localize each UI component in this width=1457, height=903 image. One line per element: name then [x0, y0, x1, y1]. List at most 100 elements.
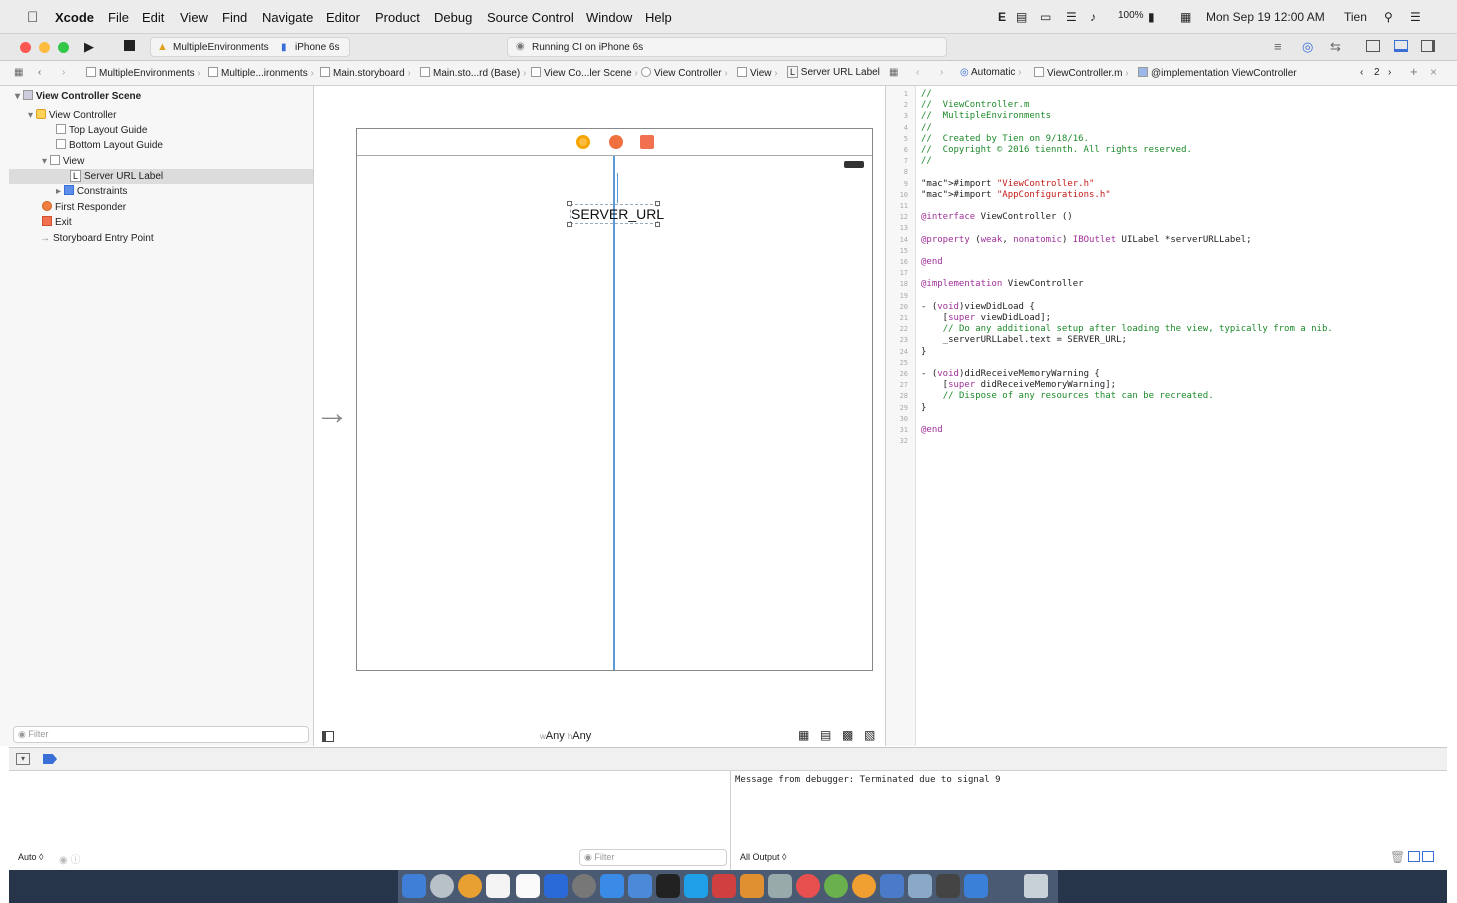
breadcrumb-view-controller[interactable]: View Controller ›	[641, 67, 728, 79]
minimize-window-button[interactable]	[39, 42, 50, 53]
breadcrumb-storyboard-base[interactable]: Main.sto...rd (Base) ›	[420, 67, 526, 79]
database-icon[interactable]	[768, 874, 792, 898]
output-select[interactable]: All Output ◊	[740, 852, 786, 862]
skype-icon[interactable]	[684, 874, 708, 898]
stack-icon[interactable]: ▦	[798, 728, 809, 742]
resolve-issues-icon[interactable]: ▧	[864, 728, 875, 742]
utilities-toggle-icon[interactable]	[1421, 40, 1435, 52]
breadcrumb-project[interactable]: MultipleEnvironments ›	[86, 67, 201, 79]
align-icon[interactable]: ▤	[820, 728, 831, 742]
menu-debug[interactable]: Debug	[434, 10, 472, 25]
code-line[interactable]: // Do any additional setup after loading…	[921, 324, 1333, 335]
first-responder-dock-icon[interactable]	[609, 135, 623, 149]
menu-edit[interactable]: Edit	[142, 10, 164, 25]
outline-scene[interactable]: ▾ View Controller Scene	[15, 89, 305, 104]
run-icon[interactable]: ▶	[84, 39, 94, 55]
trash-icon[interactable]: 🗑	[1390, 850, 1405, 864]
apple-icon[interactable]: 	[27, 9, 38, 26]
outline-view[interactable]: ▾ View	[42, 154, 302, 169]
code-line[interactable]: @end	[921, 425, 943, 436]
assistant-symbol[interactable]: @implementation ViewController	[1138, 67, 1297, 79]
trash-dock-icon[interactable]	[1024, 874, 1048, 898]
code-line[interactable]: //	[921, 156, 932, 167]
flag-icon[interactable]: ▦	[1180, 10, 1191, 24]
sublime-icon[interactable]	[740, 874, 764, 898]
size-class-selector[interactable]: wAny hAny	[540, 730, 591, 742]
terminal-icon[interactable]	[656, 874, 680, 898]
resize-handle[interactable]	[567, 222, 572, 227]
navigator-toggle-icon[interactable]	[1366, 40, 1380, 52]
breadcrumb-storyboard[interactable]: Main.storyboard ›	[320, 67, 411, 79]
variables-scope-select[interactable]: Auto ◊	[18, 852, 43, 862]
breadcrumb-group[interactable]: Multiple...ironments ›	[208, 67, 314, 79]
menu-source-control[interactable]: Source Control	[487, 10, 574, 25]
notes-icon[interactable]	[516, 874, 540, 898]
outline-bottom-layout-guide[interactable]: Bottom Layout Guide	[56, 138, 306, 153]
counterpart-prev-icon[interactable]: ‹	[1360, 67, 1363, 78]
resize-handle[interactable]	[655, 201, 660, 206]
code-line[interactable]: //	[921, 123, 932, 134]
outline-first-responder[interactable]: First Responder	[42, 200, 302, 215]
android-icon[interactable]	[824, 874, 848, 898]
pin-icon[interactable]: ▩	[842, 728, 853, 742]
code-line[interactable]: }	[921, 347, 926, 358]
airplay-icon[interactable]: ▭	[1040, 10, 1051, 24]
user-name[interactable]: Tien	[1344, 10, 1367, 24]
code-line[interactable]: [super viewDidLoad];	[921, 313, 1051, 324]
entry-point-arrow-icon[interactable]: →	[315, 396, 349, 430]
spotlight-icon[interactable]: ⚲	[1384, 10, 1393, 24]
code-line[interactable]: // Created by Tien on 9/18/16.	[921, 134, 1089, 145]
code-line[interactable]: // Copyright © 2016 tiennth. All rights …	[921, 145, 1192, 156]
code-line[interactable]: @implementation ViewController	[921, 279, 1084, 290]
outline-top-layout-guide[interactable]: Top Layout Guide	[56, 123, 306, 138]
breadcrumb-view[interactable]: View ›	[737, 67, 778, 79]
server-url-label[interactable]: SERVER_URL	[570, 204, 664, 224]
resize-handle[interactable]	[655, 222, 660, 227]
clock-datetime[interactable]: Mon Sep 19 12:00 AM	[1206, 10, 1325, 24]
app-icon-red[interactable]	[796, 874, 820, 898]
console-filter-input[interactable]: ◉ Filter	[579, 849, 727, 866]
menu-editor[interactable]: Editor	[326, 10, 360, 25]
assistant-editor-icon[interactable]: ◎	[1302, 39, 1313, 55]
menu-window[interactable]: Window	[586, 10, 632, 25]
code-line[interactable]: - (void)viewDidLoad {	[921, 302, 1035, 313]
standard-editor-icon[interactable]: ≡	[1274, 39, 1282, 54]
wifi-icon[interactable]: ☰	[1066, 10, 1077, 24]
toggle-outline-icon[interactable]	[322, 731, 334, 742]
code-line[interactable]: // MultipleEnvironments	[921, 111, 1051, 122]
view-controller-dock-icon[interactable]	[576, 135, 590, 149]
close-editor-icon[interactable]: ×	[1430, 65, 1437, 79]
finder-icon[interactable]	[402, 874, 426, 898]
related-items-icon[interactable]: ▦	[14, 67, 23, 78]
resize-handle[interactable]	[567, 201, 572, 206]
notification-center-icon[interactable]: ☰	[1410, 10, 1421, 24]
quick-look-icon[interactable]: ◉ ⓘ	[59, 851, 81, 866]
outline-entry-point[interactable]: → Storyboard Entry Point	[40, 231, 300, 246]
menu-file[interactable]: File	[108, 10, 129, 25]
menu-help[interactable]: Help	[645, 10, 672, 25]
menu-find[interactable]: Find	[222, 10, 247, 25]
code-area[interactable]: // // ViewController.m// MultipleEnvironm…	[886, 86, 1448, 746]
outline-view-controller[interactable]: ▾ View Controller	[28, 108, 308, 123]
breadcrumb-scene[interactable]: View Co...ler Scene ›	[531, 67, 638, 79]
status-e[interactable]: E	[998, 10, 1006, 24]
show-console-icon[interactable]	[1422, 851, 1434, 862]
back-icon[interactable]: ‹	[38, 67, 41, 78]
calendar-icon[interactable]	[486, 874, 510, 898]
code-line[interactable]: @end	[921, 257, 943, 268]
code-line[interactable]: // ViewController.m	[921, 100, 1029, 111]
menu-app-name[interactable]: Xcode	[55, 10, 94, 25]
clipboard-icon[interactable]: ▤	[1016, 10, 1027, 24]
breakpoints-toggle-icon[interactable]	[43, 754, 57, 764]
assistant-mode[interactable]: ◎ Automatic ›	[960, 67, 1022, 78]
acrobat-icon[interactable]	[712, 874, 736, 898]
code-line[interactable]: _serverURLLabel.text = SERVER_URL;	[921, 335, 1127, 346]
version-editor-icon[interactable]: ⇆	[1330, 39, 1341, 55]
hide-debug-area-icon[interactable]: ▾	[16, 753, 30, 765]
app-icon-window[interactable]	[908, 874, 932, 898]
app-icon-orange[interactable]	[852, 874, 876, 898]
activity-monitor-icon[interactable]	[936, 874, 960, 898]
volume-icon[interactable]: ♪	[1090, 10, 1096, 24]
console-view[interactable]: Message from debugger: Terminated due to…	[732, 771, 1447, 870]
breadcrumb-label[interactable]: L Server URL Label	[787, 66, 880, 78]
